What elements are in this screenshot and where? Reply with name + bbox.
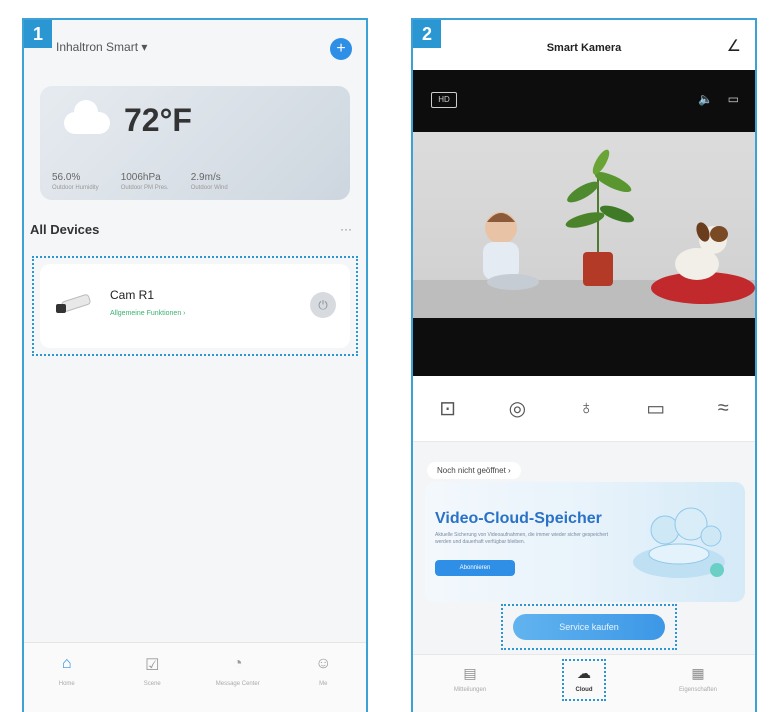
promo-description: Aktuelle Sicherung von Videoaufnahmen, d… (435, 532, 609, 545)
video-frame-image (413, 149, 755, 318)
cloud-storage-banner[interactable]: Video-Cloud-Speicher Aktuelle Sicherung … (425, 482, 745, 602)
home-icon: ⌂ (61, 655, 72, 672)
camera-screen-panel: 2 Smart Kamera ∠ HD 🔈 ▭ ⊡ ◎ ♁ ▭ ≈ Noch n… (411, 18, 757, 712)
promo-title: Video-Cloud-Speicher (435, 510, 602, 527)
bottom-tab-bar: ▤ Mitteilungen ☁ Cloud ▦ Eigenschaften (413, 654, 755, 712)
device-card[interactable]: Cam R1 Allgemeine Funktionen › ⏻ (40, 264, 350, 348)
device-functions-link[interactable]: Allgemeine Funktionen › (110, 310, 186, 317)
add-device-button[interactable]: + (330, 38, 352, 60)
power-button[interactable]: ⏻ (310, 292, 336, 318)
microphone-icon[interactable]: ♁ (579, 397, 594, 420)
more-icon[interactable]: ≈ (718, 397, 729, 420)
buy-service-button[interactable]: Service kaufen (513, 614, 665, 640)
profile-icon: ☺ (315, 655, 332, 672)
bottom-tab-bar: ⌂ Home ☑ Scene ◔ Message Center ☺ Me (24, 642, 366, 712)
scene-icon: ☑ (145, 657, 160, 674)
pressure-stat: 1006hPa Outdoor PM Pres. (120, 172, 169, 191)
more-options-icon[interactable]: ··· (340, 222, 352, 236)
camera-controls: ⊡ ◎ ♁ ▭ ≈ (413, 376, 755, 442)
temperature: 72°F (124, 102, 192, 138)
wind-stat: 2.9m/s Outdoor Wind (190, 172, 228, 191)
camera-icon[interactable]: ◎ (509, 396, 526, 421)
weather-card: 72°F 56.0% Outdoor Humidity 1006hPa Outd… (40, 86, 350, 200)
message-icon: ▤ (463, 665, 477, 681)
promo-status: Noch nicht geöffnet › (427, 462, 521, 479)
section-title: All Devices (30, 222, 100, 237)
highlight-frame: Service kaufen (501, 604, 677, 650)
grid-icon: ▦ (691, 665, 705, 681)
camera-icon (56, 294, 91, 313)
step-badge: 1 (24, 20, 52, 48)
edit-icon[interactable]: ∠ (727, 36, 741, 56)
subscribe-button[interactable]: Abonnieren (435, 560, 515, 576)
record-icon[interactable]: ▭ (646, 396, 665, 421)
step-badge: 2 (413, 20, 441, 48)
tab-messages[interactable]: ▤ Mitteilungen (413, 655, 527, 712)
volume-icon[interactable]: 🔈 (698, 92, 713, 106)
page-title: Smart Kamera (546, 42, 622, 54)
highlight-frame: Cam R1 Allgemeine Funktionen › ⏻ (32, 256, 358, 356)
tab-message-center[interactable]: ◔ Message Center (195, 643, 281, 712)
humidity-stat: 56.0% Outdoor Humidity (52, 172, 99, 191)
cloud-storage-illustration (633, 507, 725, 578)
tab-scene[interactable]: ☑ Scene (110, 643, 196, 712)
home-screen-panel: 1 Inhaltron Smart ▾ + 72°F 56.0% Outdoor… (22, 18, 368, 712)
device-name: Cam R1 (110, 288, 155, 302)
header: Smart Kamera ∠ (413, 20, 755, 70)
screenshot-icon[interactable]: ⊡ (439, 396, 456, 421)
highlight-frame (562, 659, 606, 701)
tab-me[interactable]: ☺ Me (281, 643, 367, 712)
cloud-icon (64, 100, 110, 134)
message-icon: ◔ (232, 655, 243, 672)
live-video-image (413, 132, 755, 318)
video-player[interactable]: HD 🔈 ▭ (413, 70, 755, 376)
home-selector[interactable]: Inhaltron Smart ▾ (56, 40, 147, 54)
tab-home[interactable]: ⌂ Home (24, 643, 110, 712)
hd-toggle[interactable]: HD (431, 92, 457, 108)
tab-properties[interactable]: ▦ Eigenschaften (641, 655, 755, 712)
fullscreen-icon[interactable]: ▭ (728, 92, 739, 106)
tab-cloud[interactable]: ☁ Cloud (527, 655, 641, 712)
